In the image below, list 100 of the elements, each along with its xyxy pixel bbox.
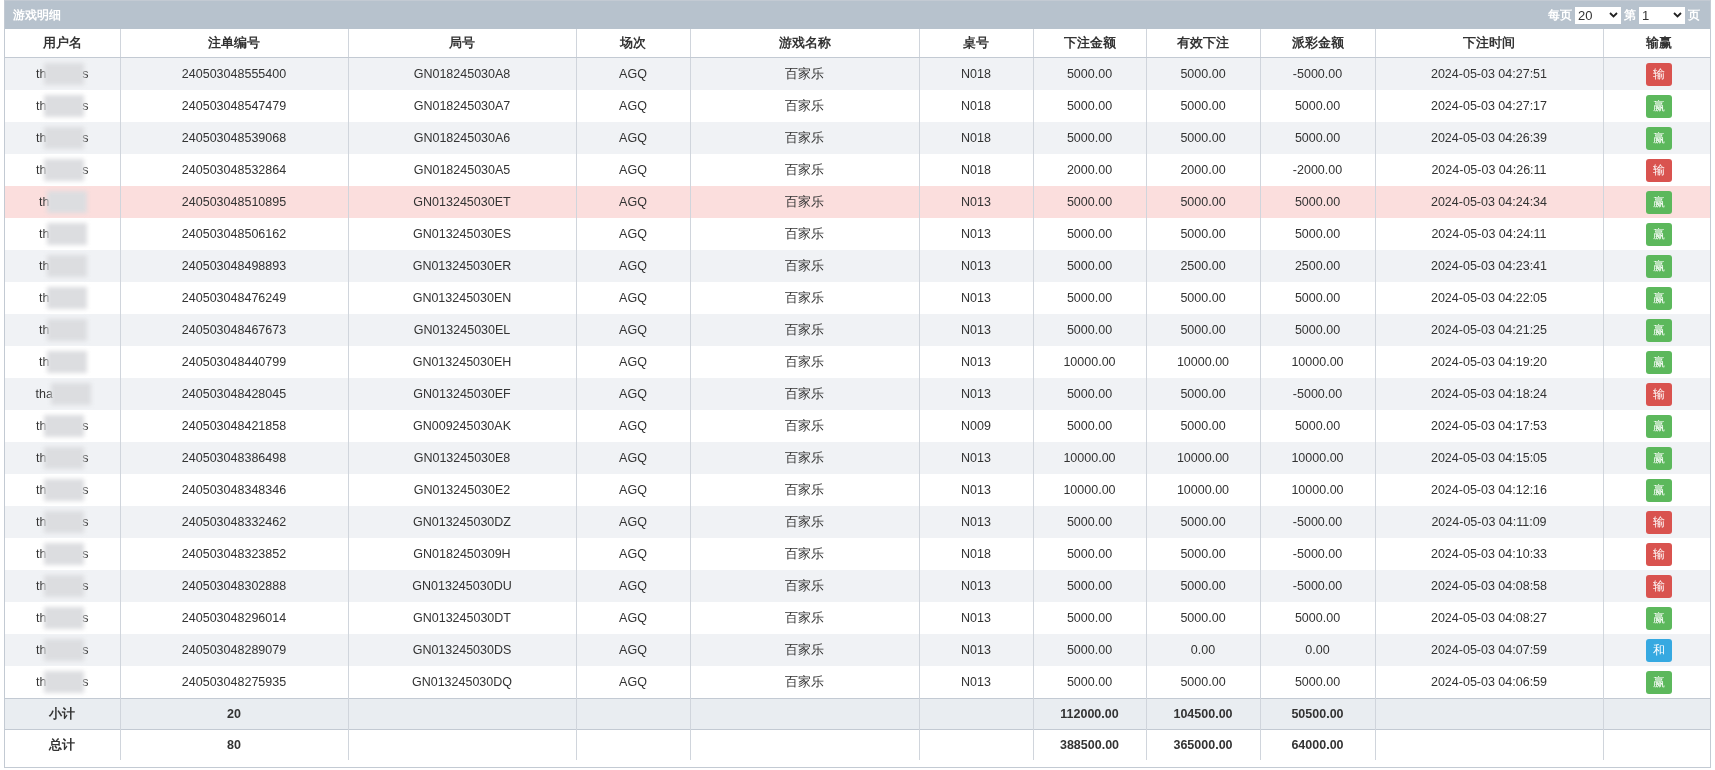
summary-label: 总计	[5, 729, 120, 760]
table-cell: AGQ	[576, 57, 690, 90]
table-cell: 百家乐	[690, 57, 919, 90]
table-cell: GN013245030ET	[348, 186, 576, 218]
per-page-select[interactable]: 20	[1575, 6, 1621, 24]
table-cell: 2024-05-03 04:11:09	[1375, 506, 1603, 538]
table-cell: 百家乐	[690, 250, 919, 282]
table-cell: 2024-05-03 04:24:34	[1375, 186, 1603, 218]
table-row[interactable]: tha 240503048428045 GN013245030EF AGQ 百家乐 N013 5000.00 5000.00 -5000.00 2024-05-03 04:18:24 输	[5, 378, 1710, 410]
table-cell: GN018245030A6	[348, 122, 576, 154]
result-badge: 赢	[1646, 318, 1673, 342]
table-cell: GN013245030DS	[348, 634, 576, 666]
username: th	[39, 223, 86, 245]
table-cell: 5000.00	[1033, 250, 1146, 282]
table-cell: 2500.00	[1146, 250, 1260, 282]
caret-icon	[1673, 12, 1682, 18]
table-cell: 2024-05-03 04:08:58	[1375, 570, 1603, 602]
per-page-label: 每页	[1548, 6, 1572, 24]
table-cell: 5000.00	[1033, 122, 1146, 154]
table-cell: GN018245030A8	[348, 57, 576, 90]
column-header: 派彩金额	[1260, 29, 1375, 58]
result-badge: 赢	[1646, 414, 1673, 438]
table-row[interactable]: th s 240503048275935 GN013245030DQ AGQ 百家乐 N013 5000.00 5000.00 5000.00 2024-05-03 04:06:59 赢	[5, 666, 1710, 699]
table-cell: N013	[919, 570, 1033, 602]
column-header: 游戏名称	[690, 29, 919, 58]
table-row[interactable]: th 240503048498893 GN013245030ER AGQ 百家乐 N013 5000.00 2500.00 2500.00 2024-05-03 04:23:41 赢	[5, 250, 1710, 282]
table-cell: 240503048539068	[120, 122, 348, 154]
table-cell: 百家乐	[690, 506, 919, 538]
table-cell: 5000.00	[1033, 506, 1146, 538]
username: th s	[35, 95, 89, 117]
table-row[interactable]: th s 240503048386498 GN013245030E8 AGQ 百家乐 N013 10000.00 10000.00 10000.00 2024-05-03 04:15:05 赢	[5, 442, 1710, 474]
table-cell: 0.00	[1146, 634, 1260, 666]
table-cell: 百家乐	[690, 666, 919, 699]
table-row[interactable]: th 240503048467673 GN013245030EL AGQ 百家乐 N013 5000.00 5000.00 5000.00 2024-05-03 04:21:25 赢	[5, 314, 1710, 346]
table-cell: AGQ	[576, 442, 690, 474]
table-cell: 2024-05-03 04:26:39	[1375, 122, 1603, 154]
table-cell: N013	[919, 378, 1033, 410]
result-badge: 赢	[1646, 190, 1673, 214]
table-cell: 2024-05-03 04:27:51	[1375, 57, 1603, 90]
table-cell: N013	[919, 314, 1033, 346]
result-badge: 和	[1646, 638, 1673, 662]
username: th s	[35, 479, 89, 501]
table-row[interactable]: th s 240503048332462 GN013245030DZ AGQ 百家乐 N013 5000.00 5000.00 -5000.00 2024-05-03 04:11:09 输	[5, 506, 1710, 538]
table-cell: 2024-05-03 04:06:59	[1375, 666, 1603, 699]
table-cell: N013	[919, 442, 1033, 474]
table-cell: 5000.00	[1033, 186, 1146, 218]
table-cell: 5000.00	[1260, 122, 1375, 154]
result-badge: 赢	[1646, 222, 1673, 246]
table-cell: 百家乐	[690, 314, 919, 346]
username: th s	[35, 543, 89, 565]
table-cell: 50500.00	[1260, 698, 1375, 730]
page-select[interactable]: 1	[1639, 6, 1685, 24]
table-cell: 2024-05-03 04:23:41	[1375, 250, 1603, 282]
result-badge: 赢	[1646, 478, 1673, 502]
table-row[interactable]: th s 240503048302888 GN013245030DU AGQ 百家乐 N013 5000.00 5000.00 -5000.00 2024-05-03 04:08:58 输	[5, 570, 1710, 602]
column-header: 注单编号	[120, 29, 348, 58]
username: th s	[35, 639, 89, 661]
table-cell: GN013245030DQ	[348, 666, 576, 699]
table-cell: 5000.00	[1260, 314, 1375, 346]
table-cell: N013	[919, 506, 1033, 538]
table-cell: 240503048510895	[120, 186, 348, 218]
table-cell: 0.00	[1260, 634, 1375, 666]
table-cell: N018	[919, 57, 1033, 90]
table-cell: 240503048428045	[120, 378, 348, 410]
table-cell: N013	[919, 250, 1033, 282]
table-cell: 5000.00	[1146, 570, 1260, 602]
result-badge: 输	[1646, 158, 1673, 182]
column-header: 局号	[348, 29, 576, 58]
table-cell: 112000.00	[1033, 698, 1146, 730]
table-cell: 2500.00	[1260, 250, 1375, 282]
table-cell: 20	[120, 698, 348, 730]
table-cell: 2024-05-03 04:18:24	[1375, 378, 1603, 410]
table-cell: 5000.00	[1033, 666, 1146, 699]
username: th s	[35, 607, 89, 629]
column-header: 下注时间	[1375, 29, 1603, 58]
table-cell: AGQ	[576, 634, 690, 666]
table-cell: 5000.00	[1033, 570, 1146, 602]
table-cell: 百家乐	[690, 378, 919, 410]
username: th s	[35, 671, 89, 693]
table-row[interactable]: th 240503048510895 GN013245030ET AGQ 百家乐 N013 5000.00 5000.00 5000.00 2024-05-03 04:24:34 赢	[5, 186, 1710, 218]
table-cell: 百家乐	[690, 634, 919, 666]
username: th s	[35, 447, 89, 469]
table-cell: N013	[919, 666, 1033, 699]
table-cell: GN013245030DU	[348, 570, 576, 602]
page-label: 页	[1688, 6, 1700, 24]
table-cell: 百家乐	[690, 122, 919, 154]
panel-title: 游戏明细	[13, 6, 61, 24]
table-cell: 10000.00	[1146, 442, 1260, 474]
table-cell: 5000.00	[1146, 186, 1260, 218]
table-cell: 388500.00	[1033, 729, 1146, 760]
table-cell: 5000.00	[1146, 314, 1260, 346]
table-cell: 百家乐	[690, 186, 919, 218]
table-cell: -5000.00	[1260, 506, 1375, 538]
caret-icon	[1609, 12, 1618, 18]
table-row[interactable]: th s 240503048555400 GN018245030A8 AGQ 百家乐 N018 5000.00 5000.00 -5000.00 2024-05-03 04:27:51 输	[5, 57, 1710, 90]
table-row[interactable]: th s 240503048289079 GN013245030DS AGQ 百家乐 N013 5000.00 0.00 0.00 2024-05-03 04:07:59 和	[5, 634, 1710, 666]
table-cell: 240503048386498	[120, 442, 348, 474]
table-row[interactable]: th s 240503048539068 GN018245030A6 AGQ 百家乐 N018 5000.00 5000.00 5000.00 2024-05-03 04:26:39 赢	[5, 122, 1710, 154]
result-badge: 输	[1646, 382, 1673, 406]
blur-mask	[47, 351, 88, 373]
